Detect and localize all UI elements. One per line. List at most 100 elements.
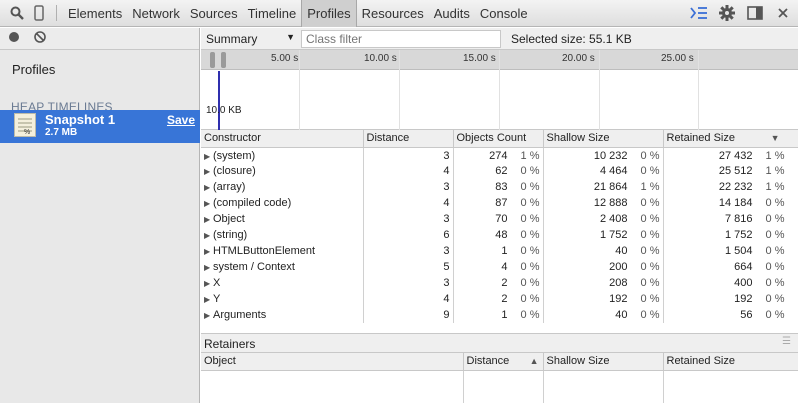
objects-count-value: 4	[501, 261, 508, 273]
heap-view: Summary ▼ Selected size: 55.1 KB 5.00 s …	[201, 28, 798, 403]
retained-size-value: 400	[734, 277, 753, 289]
objects-count-cell: 1 0 %	[453, 243, 544, 259]
ret-col-distance[interactable]: Distance ▲	[463, 353, 544, 371]
svg-text:%: %	[24, 129, 30, 136]
objects-count-value: 274	[489, 149, 508, 162]
constructor-name: (closure)	[213, 165, 256, 177]
objects-count-percent: 0 %	[520, 277, 540, 289]
retainers-table: Object Distance ▲ Shallow Size Retained …	[201, 353, 798, 371]
table-row[interactable]: ▶ Y 4 2 0 % 192 0 % 192 0 %	[201, 291, 798, 307]
table-row[interactable]: ▶ (array) 3 83 0 % 21 864 1 % 22 232 1 %	[201, 179, 798, 195]
ret-col-shallow-size[interactable]: Shallow Size	[543, 353, 664, 371]
timeline-left-handle[interactable]	[210, 52, 215, 68]
shallow-size-cell: 12 888 0 %	[543, 195, 664, 211]
table-row[interactable]: ▶ Object 3 70 0 % 2 408 0 % 7 816 0 %	[201, 211, 798, 227]
table-row[interactable]: ▶ system / Context 5 4 0 % 200 0 % 664 0 %	[201, 259, 798, 275]
objects-count-cell: 2 0 %	[453, 275, 544, 291]
retained-size-cell: 27 432 1 %	[663, 147, 798, 163]
expand-triangle-icon[interactable]: ▶	[204, 152, 213, 161]
expand-triangle-icon[interactable]: ▶	[204, 199, 213, 208]
panel-tabs: Elements Network Sources Timeline Profil…	[63, 0, 533, 27]
table-row[interactable]: ▶ X 3 2 0 % 208 0 % 400 0 %	[201, 275, 798, 291]
distance-cell: 3	[363, 211, 454, 227]
retained-size-percent: 0 %	[765, 293, 785, 305]
objects-count-percent: 0 %	[520, 261, 540, 273]
col-shallow-size[interactable]: Shallow Size	[543, 130, 664, 148]
timeline-right-handle[interactable]	[221, 52, 226, 68]
retained-size-value: 27 432	[718, 149, 753, 162]
tab-network[interactable]: Network	[127, 0, 185, 27]
constructor-name: Arguments	[213, 309, 267, 321]
table-row[interactable]: ▶ Arguments 9 1 0 % 40 0 % 56 0 %	[201, 307, 798, 323]
dock-side-icon[interactable]	[744, 2, 766, 24]
tab-timeline[interactable]: Timeline	[243, 0, 302, 27]
class-filter-input[interactable]	[301, 29, 501, 48]
toolbar-divider	[56, 5, 57, 21]
retained-size-percent: 0 %	[765, 261, 785, 273]
table-row[interactable]: ▶ HTMLButtonElement 3 1 0 % 40 0 % 1 504 0 %	[201, 243, 798, 259]
expand-triangle-icon[interactable]: ▶	[204, 263, 213, 272]
device-mode-icon[interactable]	[28, 2, 50, 24]
record-icon[interactable]	[8, 31, 20, 46]
distance-cell: 3	[363, 179, 454, 195]
ret-col-retained-size[interactable]: Retained Size	[663, 353, 798, 371]
snapshot-item[interactable]: % Snapshot 1 2.7 MB Save	[0, 110, 200, 143]
heap-toolbar: Summary ▼ Selected size: 55.1 KB	[201, 28, 798, 50]
timeline-gridline	[499, 50, 500, 130]
retained-size-value: 1 752	[724, 229, 753, 241]
distance-cell: 3	[363, 275, 454, 291]
retainers-body	[201, 371, 798, 403]
col-constructor[interactable]: Constructor	[201, 130, 364, 148]
expand-triangle-icon[interactable]: ▶	[204, 231, 213, 240]
shallow-size-percent: 1 %	[640, 181, 660, 193]
search-icon[interactable]	[6, 2, 28, 24]
col-objects-count[interactable]: Objects Count	[453, 130, 544, 148]
save-snapshot-link[interactable]: Save	[167, 113, 195, 127]
retained-size-cell: 14 184 0 %	[663, 195, 798, 211]
tab-console[interactable]: Console	[475, 0, 533, 27]
expand-triangle-icon[interactable]: ▶	[204, 183, 213, 192]
tab-elements[interactable]: Elements	[63, 0, 127, 27]
col-retained-size[interactable]: Retained Size ▼	[663, 130, 798, 148]
objects-count-value: 70	[495, 213, 508, 225]
distance-cell: 5	[363, 259, 454, 275]
col-distance[interactable]: Distance	[363, 130, 454, 148]
ret-col-object[interactable]: Object	[201, 353, 464, 371]
expand-triangle-icon[interactable]: ▶	[204, 311, 213, 320]
tab-profiles[interactable]: Profiles	[301, 0, 357, 27]
tab-resources[interactable]: Resources	[357, 0, 429, 27]
heap-timeline-overview[interactable]: 5.00 s 10.00 s 15.00 s 20.00 s 25.00 s 1…	[201, 50, 798, 130]
close-icon[interactable]	[772, 2, 794, 24]
shallow-size-cell: 10 232 0 %	[543, 147, 664, 163]
shallow-size-value: 12 888	[593, 197, 628, 209]
view-select[interactable]: Summary ▼	[201, 32, 301, 46]
resize-grip-icon[interactable]: ☰	[782, 336, 791, 347]
shallow-size-value: 2 408	[599, 213, 628, 225]
table-row[interactable]: ▶ (compiled code) 4 87 0 % 12 888 0 % 14 184 0 %	[201, 195, 798, 211]
expand-triangle-icon[interactable]: ▶	[204, 295, 213, 304]
expand-triangle-icon[interactable]: ▶	[204, 167, 213, 176]
table-row[interactable]: ▶ (system) 3 274 1 % 10 232 0 % 27 432 1 %	[201, 147, 798, 163]
constructor-cell: ▶ (closure)	[201, 163, 364, 179]
expand-triangle-icon[interactable]: ▶	[204, 279, 213, 288]
retained-size-cell: 7 816 0 %	[663, 211, 798, 227]
timeline-gridline	[399, 50, 400, 130]
tab-sources[interactable]: Sources	[185, 0, 243, 27]
expand-triangle-icon[interactable]: ▶	[204, 215, 213, 224]
retained-size-percent: 0 %	[765, 277, 785, 289]
drawer-toggle-icon[interactable]	[688, 2, 710, 24]
retainers-title: Retainers	[204, 337, 256, 351]
shallow-size-value: 40	[615, 245, 628, 257]
table-row[interactable]: ▶ (closure) 4 62 0 % 4 464 0 % 25 512 1 %	[201, 163, 798, 179]
objects-count-percent: 0 %	[520, 165, 540, 177]
toolbar-right	[688, 2, 794, 24]
sidebar-title: Profiles	[12, 62, 56, 77]
expand-triangle-icon[interactable]: ▶	[204, 247, 213, 256]
retained-size-value: 22 232	[718, 181, 753, 193]
table-row[interactable]: ▶ (string) 6 48 0 % 1 752 0 % 1 752 0 %	[201, 227, 798, 243]
gear-icon[interactable]	[716, 2, 738, 24]
column-divider	[663, 371, 664, 403]
clear-icon[interactable]	[34, 31, 46, 46]
tab-audits[interactable]: Audits	[429, 0, 475, 27]
objects-count-value: 62	[495, 165, 508, 177]
